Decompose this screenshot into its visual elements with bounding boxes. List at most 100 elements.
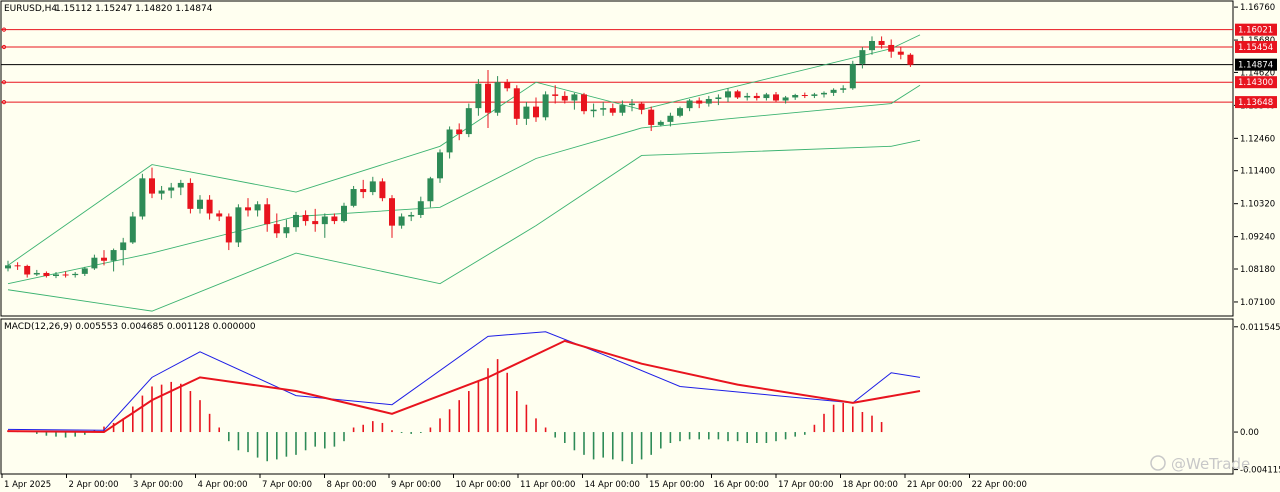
time-tick-label: 1 Apr 2025 [4, 480, 51, 490]
candle-body [821, 92, 827, 95]
candle-body [840, 88, 847, 90]
time-tick-label: 11 Apr 00:00 [520, 480, 575, 490]
candle-body [235, 207, 242, 243]
symbol-label: EURUSD,H4 [4, 4, 57, 14]
time-tick-label: 3 Apr 00:00 [133, 480, 183, 490]
candle-body [763, 94, 770, 99]
candle-body [744, 95, 751, 98]
candle-body [446, 129, 453, 153]
candle-body [657, 121, 664, 125]
candle-body [379, 181, 386, 199]
price-level-tag-label: 1.14874 [1238, 61, 1273, 71]
candle-body [465, 108, 472, 135]
candle-body [734, 91, 741, 98]
candle-body [782, 97, 789, 101]
candle-body [427, 178, 434, 202]
candle-body [53, 274, 59, 277]
candle-body [561, 95, 568, 101]
candle-body [677, 108, 683, 116]
candle-body [206, 199, 213, 214]
candle-body [849, 63, 856, 89]
candle-body [437, 152, 443, 179]
candle-body [283, 227, 290, 234]
candle-body [590, 109, 597, 112]
time-tick-label: 9 Apr 00:00 [391, 480, 441, 490]
candle-body [859, 50, 866, 64]
chart-background [0, 0, 1280, 492]
candle-body [110, 250, 117, 261]
price-level-tag-label: 1.15454 [1238, 43, 1273, 53]
candle-body [485, 83, 491, 113]
candle-body [907, 54, 914, 65]
candle-body [686, 100, 693, 109]
price-level-tag-label: 1.14300 [1238, 78, 1273, 88]
candle-body [705, 98, 712, 104]
price-level-tag-label: 1.13648 [1238, 98, 1273, 108]
price-tick-label: 1.08180 [1240, 265, 1275, 275]
time-tick-label: 17 Apr 00:00 [778, 480, 833, 490]
candle-body [475, 83, 482, 109]
candle-body [158, 190, 165, 194]
candle-body [254, 204, 261, 211]
candle-body [168, 187, 175, 191]
candle-body [187, 182, 194, 209]
candle-body [888, 44, 895, 52]
candle-body [197, 199, 203, 209]
candle-body [101, 257, 107, 261]
candle-body [350, 189, 357, 206]
candle-body [600, 108, 607, 110]
candle-body [513, 88, 520, 119]
candle-body [629, 103, 635, 106]
candle-body [177, 182, 184, 188]
candle-body [619, 105, 626, 113]
candle-body [33, 272, 40, 275]
candle-body [648, 109, 655, 125]
candle-body [341, 205, 347, 222]
candle-body [321, 216, 328, 225]
candle-body [571, 94, 578, 101]
candle-body [360, 189, 367, 193]
candle-body [696, 100, 703, 104]
macd-label: MACD(12,26,9) 0.005553 0.004685 0.001128… [4, 322, 256, 332]
candle-body [897, 51, 904, 55]
candle-body [245, 207, 251, 211]
candle-body [581, 94, 587, 112]
chart-terminal: 1.167601.156801.146201.135401.124601.114… [0, 0, 1280, 492]
ohlc-label: 1.15112 1.15247 1.14820 1.14874 [55, 4, 213, 14]
candle-body [878, 40, 885, 45]
candle-body [72, 273, 79, 276]
candle-body [225, 216, 232, 243]
macd-tick-label: 0.00 [1240, 428, 1259, 438]
candle-body [725, 91, 731, 98]
price-tick-label: 1.12460 [1240, 134, 1275, 144]
candle-body [62, 274, 69, 276]
time-tick-label: 2 Apr 00:00 [69, 480, 119, 490]
candle-body [293, 214, 299, 228]
candle-body [129, 216, 136, 243]
price-level-tag-label: 1.16021 [1238, 26, 1273, 36]
candle-body [264, 204, 271, 225]
candle-body [302, 214, 309, 222]
candle-body [753, 95, 760, 99]
candle-body [5, 265, 11, 269]
candle-body [494, 82, 501, 113]
candle-body [773, 94, 779, 101]
macd-tick-label: 0.011545 [1240, 323, 1280, 333]
candle-body [43, 272, 50, 277]
watermark-text: @WeTrade [1171, 455, 1250, 473]
candle-body [542, 94, 549, 118]
time-tick-label: 14 Apr 00:00 [585, 480, 640, 490]
candle-body [312, 221, 319, 225]
candle-body [667, 115, 674, 122]
candle-body [389, 198, 395, 226]
candle-body [24, 265, 31, 275]
candle-body [331, 216, 338, 222]
price-tick-label: 1.07100 [1240, 298, 1275, 308]
candle-body [456, 129, 463, 135]
candle-body [398, 216, 405, 226]
candle-body [14, 265, 21, 267]
time-tick-label: 15 Apr 00:00 [649, 480, 704, 490]
candle-body [216, 213, 223, 217]
candle-body [869, 40, 875, 51]
time-tick-label: 21 Apr 00:00 [907, 480, 962, 490]
